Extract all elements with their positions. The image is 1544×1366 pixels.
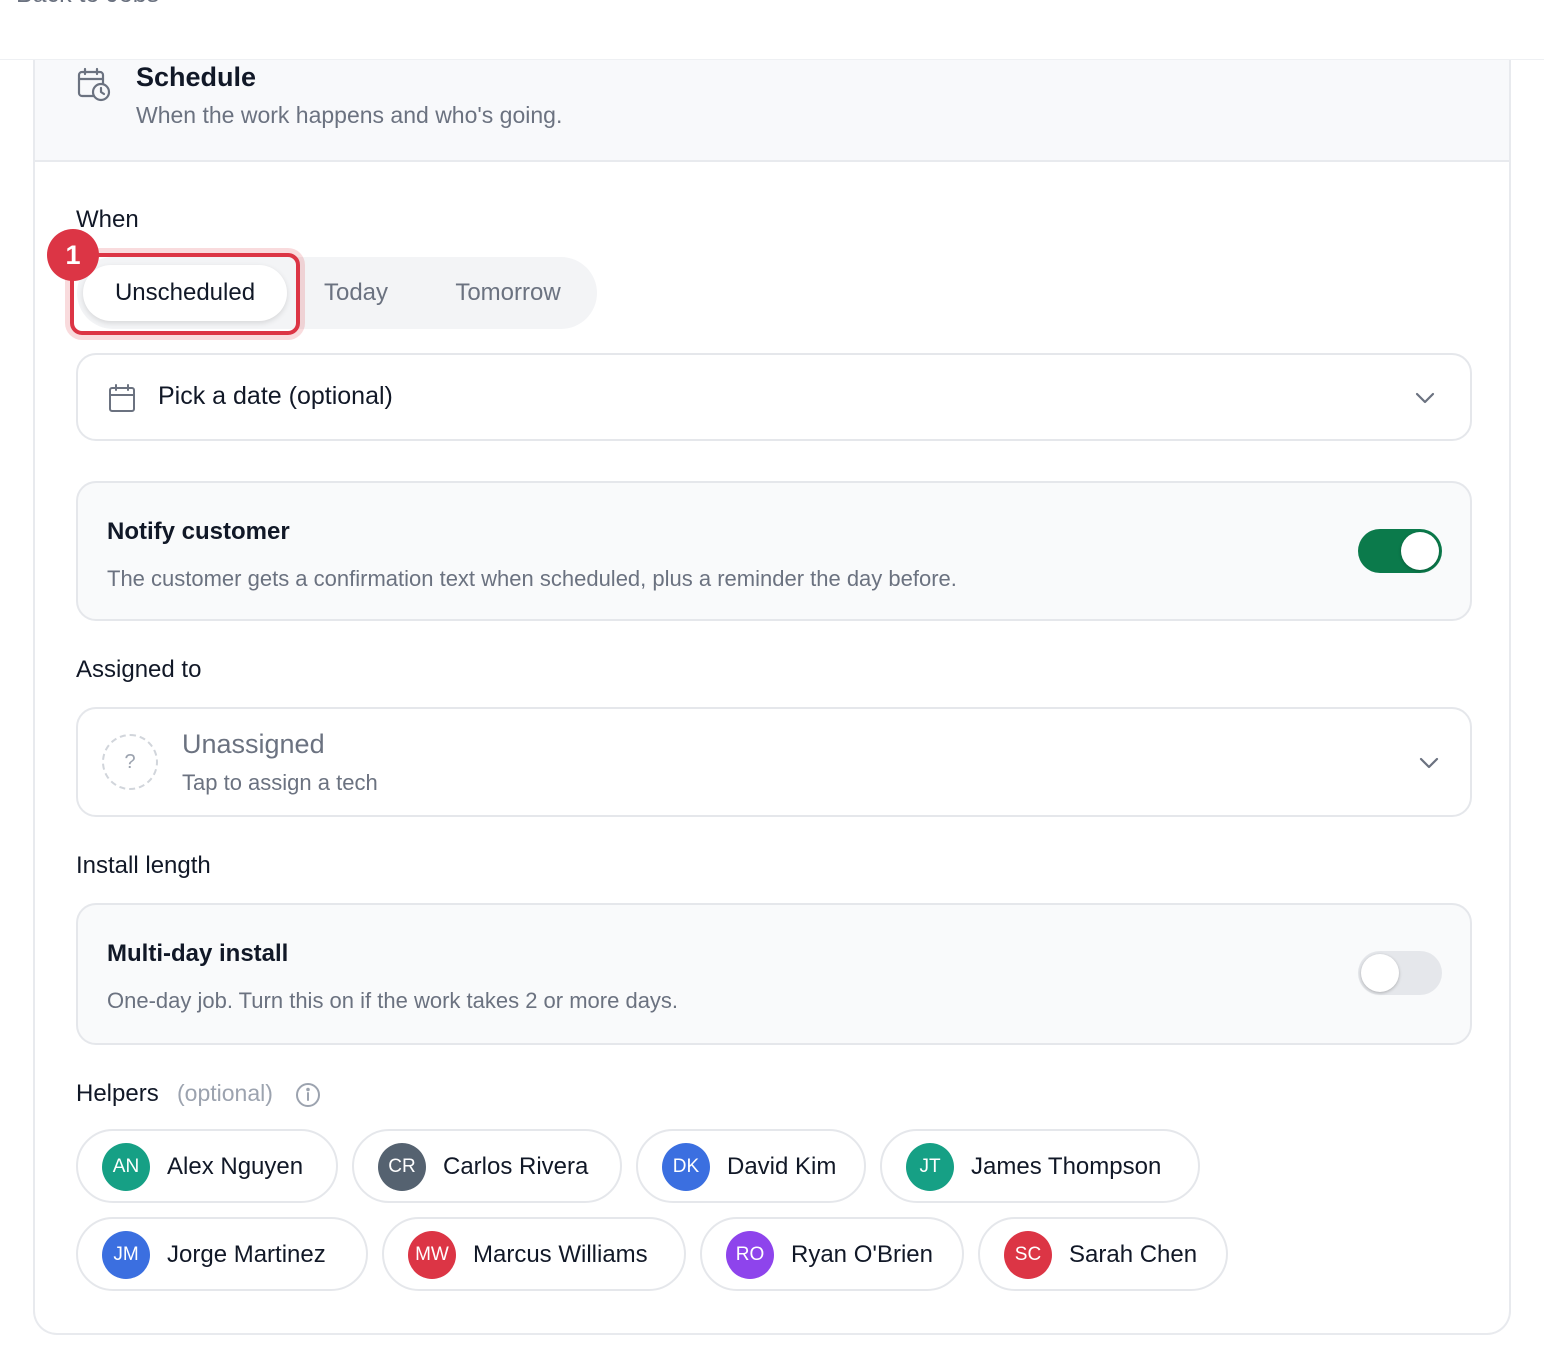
helper-chip-sarah-chen[interactable]: SC Sarah Chen — [978, 1217, 1228, 1291]
assigned-hint: Tap to assign a tech — [182, 770, 378, 795]
schedule-card: Schedule When the work happens and who's… — [33, 60, 1511, 1335]
helper-name: Marcus Williams — [473, 1241, 648, 1268]
helpers-label: Helpers — [76, 1080, 159, 1107]
when-label: When — [76, 206, 139, 233]
helpers-optional-label: (optional) — [177, 1080, 273, 1106]
annotation-badge: 1 — [47, 229, 99, 281]
annotation-highlight — [70, 253, 300, 335]
unassigned-avatar-placeholder: ? — [102, 734, 158, 790]
notify-customer-title: Notify customer — [107, 518, 290, 545]
toggle-knob — [1401, 532, 1439, 570]
helper-name: Jorge Martinez — [167, 1241, 326, 1268]
calendar-icon — [109, 384, 135, 412]
helper-chip-alex-nguyen[interactable]: AN Alex Nguyen — [76, 1129, 338, 1203]
helper-chip-jorge-martinez[interactable]: JM Jorge Martinez — [76, 1217, 368, 1291]
chevron-down-icon — [1419, 757, 1439, 769]
helper-chip-david-kim[interactable]: DK David Kim — [636, 1129, 866, 1203]
date-picker-placeholder: Pick a date (optional) — [158, 382, 393, 410]
helper-chip-marcus-williams[interactable]: MW Marcus Williams — [382, 1217, 686, 1291]
avatar: MW — [408, 1231, 456, 1279]
info-icon[interactable] — [294, 1081, 322, 1109]
assign-tech-select[interactable]: ? Unassigned Tap to assign a tech — [76, 707, 1472, 817]
avatar: JM — [102, 1231, 150, 1279]
top-bar: Back to Jobs — [0, 0, 1544, 60]
avatar: CR — [378, 1143, 426, 1191]
helper-name: David Kim — [727, 1153, 837, 1180]
when-option-tomorrow[interactable]: Tomorrow — [425, 265, 591, 321]
helper-chip-carlos-rivera[interactable]: CR Carlos Rivera — [352, 1129, 622, 1203]
avatar: JT — [906, 1143, 954, 1191]
avatar: AN — [102, 1143, 150, 1191]
helper-name: Alex Nguyen — [167, 1153, 304, 1180]
schedule-header: Schedule When the work happens and who's… — [35, 60, 1509, 162]
helper-name: James Thompson — [971, 1153, 1162, 1180]
avatar: DK — [662, 1143, 710, 1191]
section-subtitle: When the work happens and who's going. — [136, 102, 563, 128]
notify-customer-toggle[interactable] — [1358, 529, 1442, 573]
helper-name: Sarah Chen — [1069, 1241, 1198, 1268]
assigned-value: Unassigned — [182, 729, 325, 759]
helper-name: Carlos Rivera — [443, 1153, 589, 1180]
when-option-today[interactable]: Today — [291, 265, 421, 321]
toggle-knob — [1361, 954, 1399, 992]
multi-day-install-title: Multi-day install — [107, 940, 289, 967]
helper-name: Ryan O'Brien — [791, 1241, 933, 1268]
chevron-down-icon — [1415, 392, 1435, 404]
date-picker[interactable]: Pick a date (optional) — [76, 353, 1472, 441]
avatar: SC — [1004, 1231, 1052, 1279]
install-length-label: Install length — [76, 852, 211, 879]
calendar-clock-icon — [77, 67, 111, 102]
multi-day-install-card: Multi-day install One-day job. Turn this… — [76, 903, 1472, 1045]
notify-customer-description: The customer gets a confirmation text wh… — [107, 566, 957, 591]
section-title: Schedule — [136, 62, 257, 92]
helper-chip-james-thompson[interactable]: JT James Thompson — [880, 1129, 1200, 1203]
helper-chip-ryan-obrien[interactable]: RO Ryan O'Brien — [700, 1217, 964, 1291]
notify-customer-card: Notify customer The customer gets a conf… — [76, 481, 1472, 621]
assigned-to-label: Assigned to — [76, 656, 202, 683]
multi-day-install-description: One-day job. Turn this on if the work ta… — [107, 988, 679, 1013]
back-to-jobs-link[interactable]: Back to Jobs — [16, 0, 159, 9]
multi-day-install-toggle[interactable] — [1358, 951, 1442, 995]
avatar: RO — [726, 1231, 774, 1279]
